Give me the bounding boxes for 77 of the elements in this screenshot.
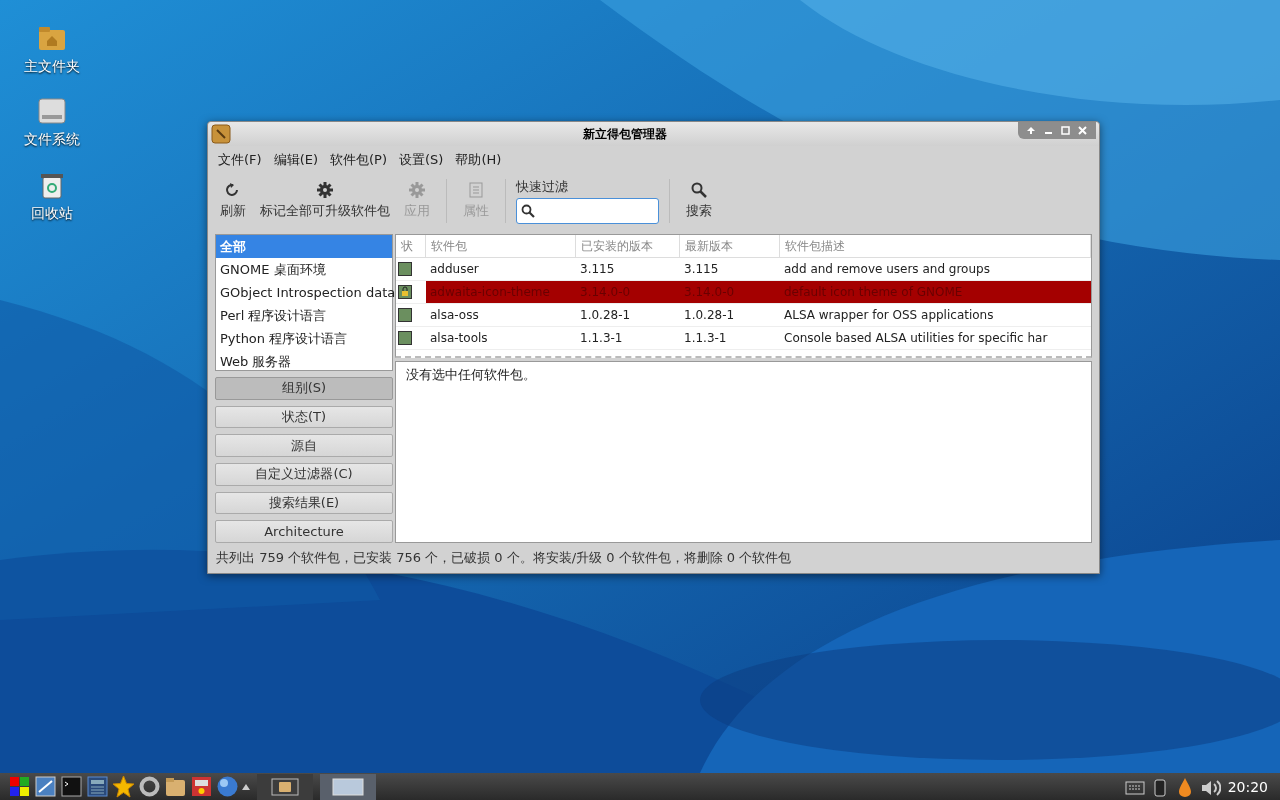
filter-button[interactable]: Architecture [215,520,393,544]
clock[interactable]: 20:20 [1223,778,1272,795]
table-cell: default icon theme of GNOME [780,281,1091,303]
reload-icon [225,182,241,198]
desktop-icon-label[interactable]: 回收站 [31,205,73,223]
status-text: 共列出 759 个软件包，已安装 756 个，已破损 0 个。将安装/升级 0 个软件包，将删除 0 个软件包 [215,549,793,567]
field-label: 快速过滤 [516,178,569,196]
start-menu-icon[interactable] [8,775,31,798]
table-cell-text: 3.115 [579,261,616,278]
filter-button[interactable]: 搜索结果(E) [215,491,393,515]
terminal-icon[interactable] [60,775,83,798]
caret-icon[interactable] [242,783,250,790]
filter-button[interactable]: 组别(S) [215,377,393,400]
installed-status-icon[interactable] [398,262,412,276]
filter-button[interactable]: 状态(T) [215,405,393,429]
taskbar-task[interactable] [320,773,376,800]
window-title: 新立得包管理器 [581,125,668,143]
globe-icon[interactable] [216,775,239,798]
calculator-icon[interactable] [86,775,109,798]
installed-status-icon[interactable] [398,308,412,322]
table-cell-text: add and remove users and groups [783,261,991,278]
menu-item[interactable]: 文件(F) [212,149,268,171]
folder-icon [271,777,299,796]
table-cell-text: 1.0.28-1 [683,307,736,324]
up-arrow-icon[interactable] [1026,125,1037,136]
drive-icon[interactable] [36,95,68,127]
gear-icon [317,182,333,198]
locked-status-icon[interactable] [398,285,412,299]
table-cell: 3.14.0-0 [576,281,680,303]
gear-icon [409,182,425,198]
table-cell: adwaita-icon-theme [426,281,576,303]
table-cell-text: adduser [429,261,480,278]
close-icon[interactable] [1077,125,1088,136]
document-icon [468,182,484,198]
star-icon[interactable] [112,775,135,798]
search-icon [521,204,535,218]
filter-button[interactable]: 自定义过滤器(C) [215,463,393,486]
table-cell-text: 1.1.3-1 [683,330,728,347]
column-header[interactable]: 最新版本 [680,235,780,258]
category-item[interactable]: Perl 程序设计语言 [216,304,392,327]
installed-status-icon[interactable] [398,331,412,345]
category-item[interactable]: Python 程序设计语言 [216,327,392,350]
desktop-icon-label[interactable]: 主文件夹 [24,58,80,76]
menu-item[interactable]: 帮助(H) [449,149,508,171]
table-cell-text: Console based ALSA utilities for specific har [783,330,1049,347]
table-cell-text: alsa-tools [429,330,489,347]
search-icon [691,182,707,198]
table-cell-text: alsa-oss [429,307,480,324]
category-item[interactable]: Web 服务器 [216,350,392,373]
menu-item[interactable]: 设置(S) [392,149,450,171]
category-item[interactable]: GNOME 桌面环境 [216,258,392,281]
toolbar-button[interactable]: 标记全部可升级软件包 [254,180,396,222]
table-cell: 3.14.0-0 [680,281,780,303]
app-icon [211,124,231,144]
table-cell-text: 1.0.28-1 [579,307,632,324]
table-cell-text: 3.115 [683,261,720,278]
category-item[interactable]: 全部 [216,235,392,258]
column-header[interactable]: 软件包描述 [780,235,1091,258]
column-header[interactable]: 状 [396,235,426,258]
table-cell-text: ALSA wrapper for OSS applications [783,307,995,324]
table-cell-text: 1.1.3-1 [579,330,624,347]
menu-item[interactable]: 编辑(E) [267,149,324,171]
category-item[interactable]: GObject Introspection data [216,281,392,304]
taskbar-task[interactable] [257,773,313,800]
column-header[interactable]: 软件包 [426,235,576,258]
menu-item[interactable]: 软件包(P) [324,149,393,171]
filter-button[interactable]: 源自 [215,434,393,457]
folder-icon[interactable] [164,775,187,798]
maximize-icon[interactable] [1060,125,1071,136]
desktop-icon-label[interactable]: 文件系统 [24,131,80,149]
window-icon [332,777,364,796]
toolbar-button[interactable]: 刷新 [214,180,252,222]
search-button[interactable]: 搜索 [680,180,718,222]
details-text: 没有选中任何软件包。 [406,367,536,382]
text-editor-icon[interactable] [34,775,57,798]
filter-field[interactable] [516,198,659,224]
column-header[interactable]: 已安装的版本 [576,235,680,258]
